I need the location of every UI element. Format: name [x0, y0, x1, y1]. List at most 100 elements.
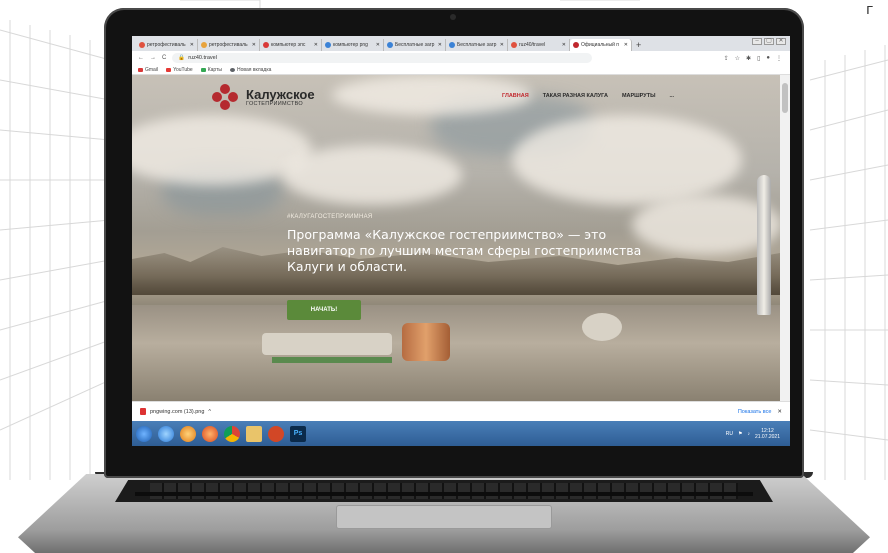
windows-start-icon[interactable]: [136, 425, 152, 442]
menu-icon[interactable]: ⋮: [776, 55, 782, 62]
tab-label: ruz40/travel: [519, 42, 546, 48]
language-indicator[interactable]: RU: [726, 431, 733, 437]
close-icon[interactable]: ✕: [190, 42, 194, 48]
extensions-icon[interactable]: ✱: [746, 55, 751, 62]
tab-favicon: [387, 42, 393, 48]
browser-tab[interactable]: ретрофестиваль ✕: [198, 39, 260, 51]
nav-routes[interactable]: МАРШРУТЫ: [622, 93, 656, 99]
url-text: ruz40.travel: [188, 55, 217, 61]
close-icon[interactable]: ✕: [252, 42, 256, 48]
firefox-icon[interactable]: [202, 425, 218, 442]
bookmarks-bar: Gmail YouTube Карты Новая вкладка: [132, 65, 790, 75]
volume-icon[interactable]: ♪: [747, 431, 750, 437]
tab-label: ретрофестиваль: [147, 42, 186, 48]
tab-label: Бесплатные загр: [395, 42, 435, 48]
close-icon[interactable]: ✕: [376, 42, 380, 48]
logo-icon: [212, 84, 238, 110]
hero-kicker: #КАЛУГАГОСТЕПРИИМНАЯ: [287, 214, 373, 220]
close-window-button[interactable]: ✕: [776, 38, 786, 45]
browser-tab-bar: ретрофестиваль ✕ ретрофестиваль ✕ компьюте…: [132, 36, 790, 51]
sidebar-icon[interactable]: ▯: [757, 55, 760, 62]
media-player-icon[interactable]: [180, 425, 196, 442]
clock[interactable]: 12:12 21.07.2021: [755, 428, 780, 440]
browser-tab[interactable]: Бесплатные загр ✕: [384, 39, 446, 51]
rail-track: [272, 357, 392, 363]
powerpoint-icon[interactable]: [268, 425, 284, 442]
windows-taskbar: Ps RU ⚑ ♪ 12:12 21.07.2021: [132, 421, 790, 446]
start-button[interactable]: НАЧАТЬ!: [287, 300, 361, 320]
tab-label: Официальный п: [581, 42, 620, 48]
close-icon[interactable]: ✕: [438, 42, 442, 48]
share-icon[interactable]: ⇪: [724, 55, 729, 62]
laptop-lid: ретрофестиваль ✕ ретрофестиваль ✕ компьюте…: [104, 8, 804, 478]
nav-more[interactable]: ...: [669, 93, 674, 99]
tab-favicon: [139, 42, 145, 48]
browser-tab[interactable]: компьютер эпс ✕: [260, 39, 322, 51]
corner-mark: г: [866, 2, 874, 18]
rocket-monument: [757, 175, 771, 315]
cloud: [282, 145, 462, 205]
new-tab-button[interactable]: +: [632, 39, 645, 51]
bookmark-maps[interactable]: Карты: [200, 67, 222, 73]
scroll-thumb[interactable]: [782, 83, 788, 113]
bookmark-label: Gmail: [145, 66, 159, 73]
download-filename: pngwing.com (13).png: [150, 408, 205, 415]
tab-favicon: [263, 42, 269, 48]
ground: [132, 305, 780, 401]
url-field[interactable]: 🔒 ruz40.travel: [172, 53, 593, 63]
browser-tab[interactable]: компьютер png ✕: [322, 39, 384, 51]
photoshop-label: Ps: [293, 430, 303, 437]
back-icon[interactable]: ←: [138, 55, 144, 61]
minimize-button[interactable]: –: [752, 38, 762, 45]
browser-tab-active[interactable]: Официальный п ✕: [570, 39, 632, 51]
browser-tab[interactable]: ретрофестиваль ✕: [136, 39, 198, 51]
download-item[interactable]: pngwing.com (13).png ^: [140, 408, 211, 415]
rail-tank: [402, 323, 450, 361]
tab-label: компьютер png: [333, 42, 368, 48]
profile-icon[interactable]: ●: [766, 55, 770, 62]
browser-tab[interactable]: Бесплатные загр ✕: [446, 39, 508, 51]
site-logo[interactable]: Калужское ГОСТЕПРИИМСТВО: [212, 84, 315, 110]
browser-tab[interactable]: ruz40/travel ✕: [508, 39, 570, 51]
photoshop-icon[interactable]: Ps: [290, 425, 306, 442]
bookmark-new-tab[interactable]: Новая вкладка: [229, 66, 272, 73]
bookmark-label: Новая вкладка: [236, 66, 272, 73]
chrome-icon[interactable]: [224, 425, 240, 442]
maximize-button[interactable]: ▢: [764, 38, 774, 45]
toolbar-icons: ⇪ ☆ ✱ ▯ ● ⋮: [724, 55, 790, 62]
hero-text: Программа «Калужское гостеприимство» — э…: [287, 227, 642, 274]
explorer-icon[interactable]: [246, 425, 262, 442]
gmail-icon: [138, 67, 143, 72]
bookmark-gmail[interactable]: Gmail: [138, 67, 158, 73]
tab-favicon: [201, 42, 207, 48]
chevron-up-icon[interactable]: ^: [208, 409, 211, 415]
dome: [582, 313, 622, 341]
close-icon[interactable]: ✕: [562, 42, 566, 48]
camera: [450, 14, 456, 20]
ie-icon[interactable]: [158, 425, 174, 442]
address-bar: ← → C 🔒 ruz40.travel ⇪ ☆ ✱ ▯ ● ⋮: [132, 51, 790, 65]
tab-favicon: [511, 42, 517, 48]
globe-icon: [229, 67, 235, 72]
bookmark-label: YouTube: [173, 66, 193, 73]
trackpad: [336, 505, 552, 529]
nav-home[interactable]: ГЛАВНАЯ: [502, 93, 529, 99]
close-icon[interactable]: ✕: [624, 42, 628, 48]
page-scrollbar[interactable]: [780, 75, 790, 401]
reload-icon[interactable]: C: [162, 55, 166, 61]
system-tray: RU ⚑ ♪ 12:12 21.07.2021: [726, 428, 790, 440]
star-icon[interactable]: ☆: [735, 55, 740, 62]
tab-label: ретрофестиваль: [209, 42, 248, 48]
flag-icon[interactable]: ⚑: [738, 431, 742, 437]
nav-kaluga[interactable]: ТАКАЯ РАЗНАЯ КАЛУГА: [543, 93, 608, 99]
cloud: [512, 115, 742, 205]
maps-icon: [200, 67, 206, 72]
bookmark-youtube[interactable]: YouTube: [166, 67, 193, 73]
tab-favicon: [325, 42, 331, 48]
close-icon[interactable]: ✕: [500, 42, 504, 48]
forward-icon[interactable]: →: [150, 55, 156, 61]
close-icon[interactable]: ✕: [314, 42, 318, 48]
show-all-link[interactable]: Показать все: [738, 409, 772, 415]
close-downloads-button[interactable]: ✕: [777, 409, 782, 415]
logo-title: Калужское: [246, 86, 315, 102]
